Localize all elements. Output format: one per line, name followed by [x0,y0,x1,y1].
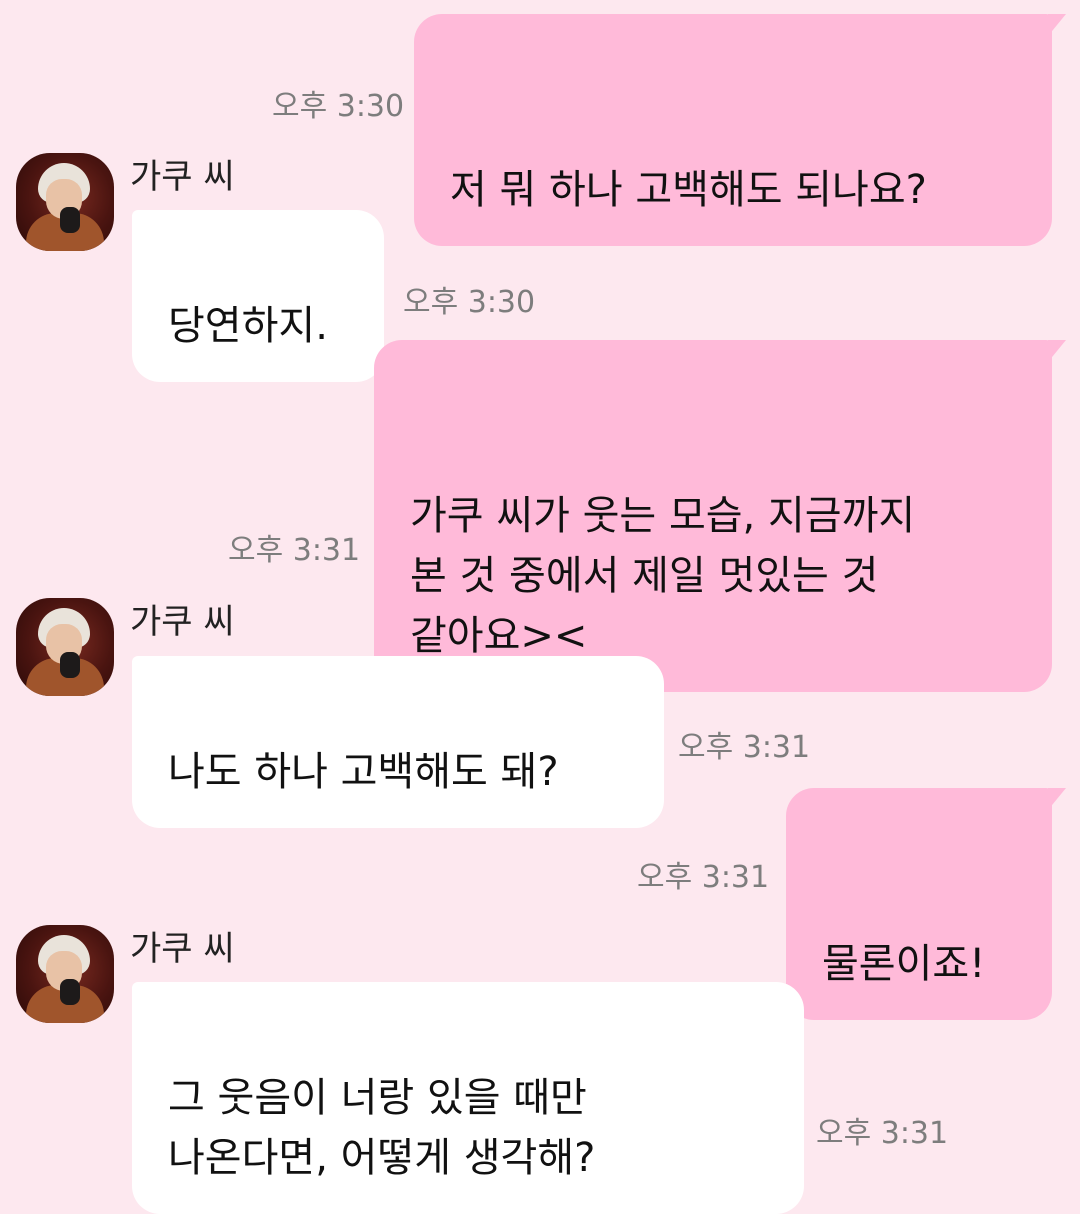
message-timestamp: 오후 3:31 [228,533,361,568]
message-text: 물론이죠! [822,941,986,987]
message-text: 나도 하나 고백해도 돼? [168,749,559,795]
message-timestamp: 오후 3:30 [272,89,405,124]
message-bubble-incoming[interactable]: 당연하지. [132,210,384,382]
message-bubble-outgoing[interactable]: 가쿠 씨가 웃는 모습, 지금까지 본 것 중에서 제일 멋있는 것 같아요>< [374,340,1066,692]
contact-avatar[interactable] [16,153,114,251]
contact-avatar[interactable] [16,925,114,1023]
contact-name: 가쿠 씨 [130,602,235,642]
message-timestamp: 오후 3:31 [637,860,770,895]
message-text: 저 뭐 하나 고백해도 되나요? [450,167,927,213]
contact-name: 가쿠 씨 [130,157,235,197]
message-bubble-outgoing[interactable]: 저 뭐 하나 고백해도 되나요? [414,14,1066,246]
contact-avatar[interactable] [16,598,114,696]
message-timestamp: 오후 3:31 [816,1116,949,1151]
contact-name: 가쿠 씨 [130,929,235,969]
message-bubble-incoming[interactable]: 그 웃음이 너랑 있을 때만 나온다면, 어떻게 생각해? [132,982,804,1214]
bubble-tail [1048,340,1066,362]
message-timestamp: 오후 3:31 [678,730,811,765]
message-text: 당연하지. [168,303,328,349]
bubble-tail [1048,788,1066,810]
message-text: 그 웃음이 너랑 있을 때만 나온다면, 어떻게 생각해? [168,1075,596,1181]
message-text: 가쿠 씨가 웃는 모습, 지금까지 본 것 중에서 제일 멋있는 것 같아요>< [410,493,916,659]
message-bubble-incoming[interactable]: 나도 하나 고백해도 돼? [132,656,664,828]
bubble-tail [1048,14,1066,36]
message-bubble-outgoing[interactable]: 물론이죠! [786,788,1066,1020]
message-timestamp: 오후 3:30 [403,285,536,320]
